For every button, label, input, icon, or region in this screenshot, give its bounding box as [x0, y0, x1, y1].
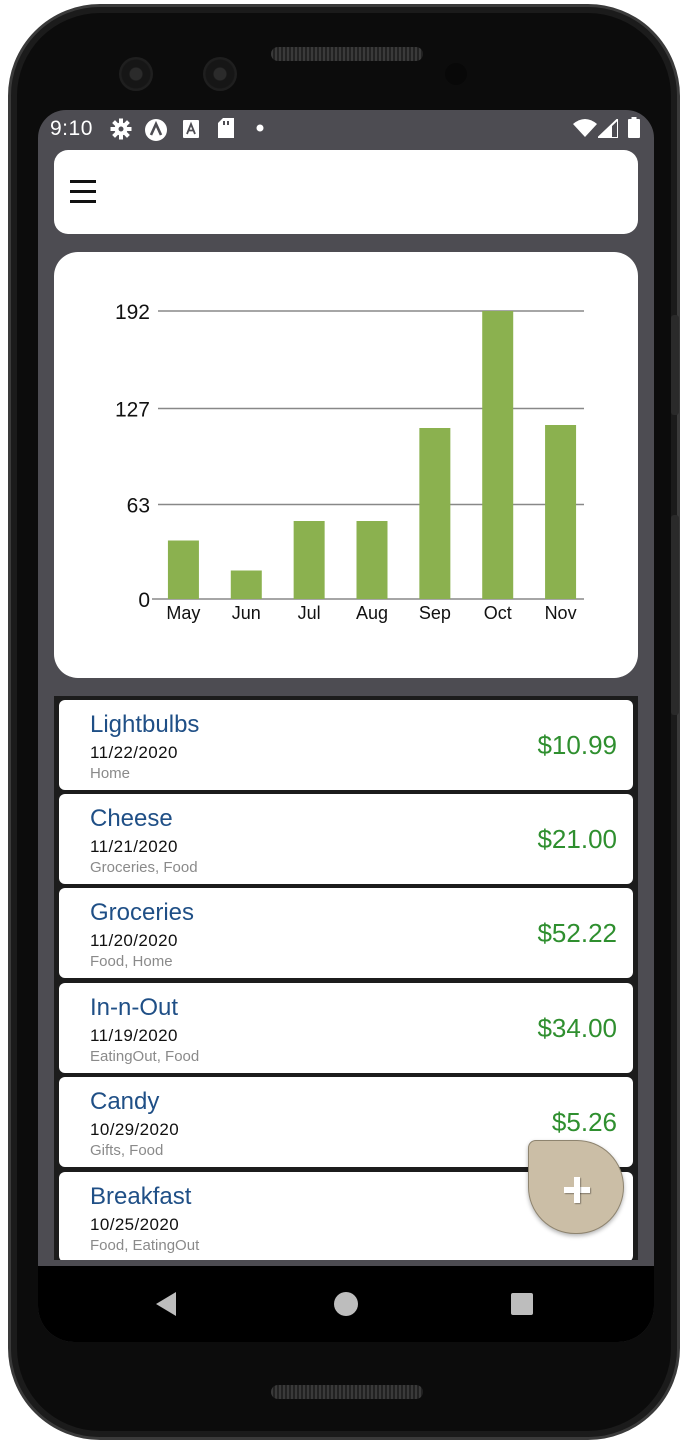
recents-icon[interactable] — [511, 1293, 533, 1315]
back-icon[interactable] — [156, 1292, 176, 1316]
app-screen: 9:10 0 63 127 192 May Jun Jul Aug Sep Oc… — [38, 110, 654, 1342]
transaction-item-cheese[interactable]: Cheese 11/21/2020 Groceries, Food $21.00 — [59, 794, 633, 884]
transaction-date: 10/25/2020 — [90, 1215, 180, 1234]
bar-sep — [419, 428, 451, 599]
x-tick-label: May — [166, 603, 200, 623]
transaction-item-groceries[interactable]: Groceries 11/20/2020 Food, Home $52.22 — [59, 888, 633, 978]
transaction-amount: $52.22 — [537, 918, 617, 948]
front-camera-icon — [119, 57, 153, 91]
plus-icon-vertical — [574, 1177, 580, 1203]
transaction-name: Lightbulbs — [90, 711, 200, 738]
proximity-sensor-icon — [445, 63, 467, 85]
monthly-spending-bar-chart: 0 63 127 192 May Jun Jul Aug Sep Oct Nov — [115, 301, 584, 623]
transaction-name: Breakfast — [90, 1183, 192, 1210]
y-tick-label: 127 — [115, 399, 150, 422]
status-bar: 9:10 — [38, 110, 654, 146]
bar-jun — [230, 570, 262, 599]
transaction-name: Candy — [90, 1088, 160, 1115]
add-transaction-button[interactable] — [528, 1140, 624, 1234]
x-tick-label: Sep — [419, 603, 451, 623]
app-a-icon — [145, 119, 167, 141]
volume-button — [671, 515, 679, 715]
sd-card-icon — [218, 118, 234, 138]
top-speaker — [271, 47, 423, 61]
x-tick-label: Oct — [484, 603, 512, 623]
transaction-amount: $21.00 — [537, 824, 617, 854]
x-tick-label: Nov — [545, 603, 577, 623]
transaction-tags: Home — [90, 765, 131, 782]
transaction-amount: $34.00 — [537, 1013, 617, 1043]
transaction-amount: $5.26 — [551, 1107, 617, 1137]
transaction-amount: $10.99 — [537, 730, 617, 760]
accessibility-a-icon — [183, 120, 199, 138]
transaction-tags: Gifts, Food — [90, 1142, 164, 1159]
transaction-date: 11/21/2020 — [90, 837, 178, 856]
x-tick-label: Jul — [298, 603, 321, 623]
notification-dot-icon — [256, 124, 264, 132]
cell-signal-icon — [598, 119, 618, 138]
transaction-date: 11/22/2020 — [90, 743, 178, 762]
x-tick-label: Aug — [356, 603, 388, 623]
x-tick-label: Jun — [232, 603, 261, 623]
transaction-tags: Groceries, Food — [90, 859, 198, 876]
transaction-name: Groceries — [90, 899, 195, 926]
bar-jul — [293, 521, 325, 599]
transaction-date: 11/20/2020 — [90, 931, 178, 950]
home-icon[interactable] — [334, 1292, 358, 1316]
transaction-tags: Food, EatingOut — [90, 1237, 200, 1254]
transaction-tags: Food, Home — [90, 953, 173, 970]
transaction-name: In-n-Out — [90, 994, 179, 1021]
front-camera-2-icon — [203, 57, 237, 91]
transaction-tags: EatingOut, Food — [90, 1048, 200, 1065]
status-time: 9:10 — [50, 117, 93, 140]
bar-oct — [482, 311, 514, 599]
bar-nov — [545, 425, 577, 599]
bar-may — [167, 540, 199, 599]
battery-icon — [628, 117, 640, 138]
spending-chart-card: 0 63 127 192 May Jun Jul Aug Sep Oct Nov — [54, 252, 638, 678]
hamburger-menu-icon[interactable] — [70, 178, 96, 206]
transaction-date: 11/19/2020 — [90, 1026, 178, 1045]
app-bar — [54, 150, 638, 234]
bottom-speaker — [271, 1385, 423, 1399]
y-tick-label: 63 — [127, 495, 150, 518]
transaction-item-lightbulbs[interactable]: Lightbulbs 11/22/2020 Home $10.99 — [59, 700, 633, 790]
power-button — [671, 315, 679, 415]
bar-aug — [356, 521, 388, 599]
wifi-icon — [573, 119, 597, 137]
transaction-date: 10/29/2020 — [90, 1120, 180, 1139]
system-nav-bar — [38, 1266, 654, 1342]
transaction-item-in-n-out[interactable]: In-n-Out 11/19/2020 EatingOut, Food $34.… — [59, 983, 633, 1073]
y-tick-label: 192 — [115, 301, 150, 324]
transaction-name: Cheese — [90, 805, 173, 832]
y-tick-label: 0 — [138, 589, 150, 612]
settings-gear-icon — [110, 118, 132, 140]
